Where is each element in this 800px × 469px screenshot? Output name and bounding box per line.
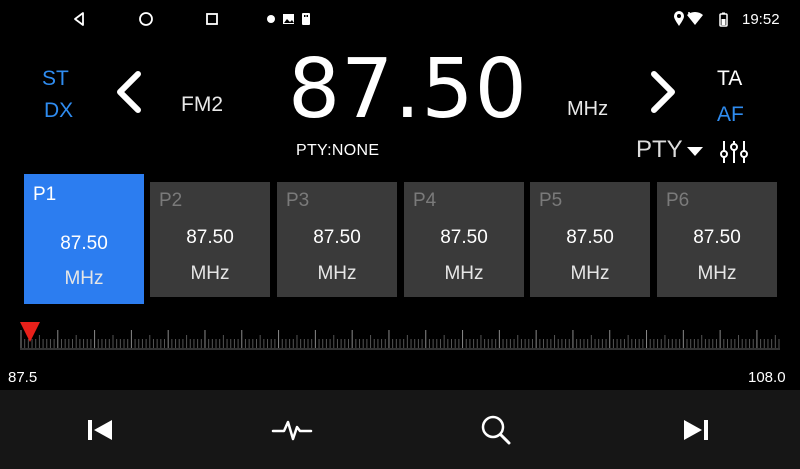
preset-name: P3 bbox=[286, 190, 310, 211]
preset-unit: MHz bbox=[697, 263, 737, 284]
usb-icon bbox=[302, 13, 310, 25]
system-icons bbox=[674, 11, 728, 27]
preset-p2[interactable]: P2 87.50 MHz bbox=[150, 182, 270, 297]
preset-unit: MHz bbox=[317, 263, 357, 284]
battery-icon bbox=[719, 12, 728, 27]
preset-unit: MHz bbox=[64, 268, 104, 289]
preset-frequency: 87.50 bbox=[440, 227, 488, 248]
preset-unit: MHz bbox=[570, 263, 610, 284]
preset-p3[interactable]: P3 87.50 MHz bbox=[277, 182, 397, 297]
preset-name: P5 bbox=[539, 190, 563, 211]
preset-name: P6 bbox=[666, 190, 690, 211]
preset-frequency: 87.50 bbox=[566, 227, 614, 248]
next-track-button[interactable] bbox=[674, 410, 718, 450]
scan-waveform-icon bbox=[271, 420, 313, 441]
preset-list: P1 87.50 MHz P2 87.50 MHz P3 87.50 MHz P… bbox=[24, 174, 778, 304]
preset-p1[interactable]: P1 87.50 MHz bbox=[24, 174, 144, 304]
preset-name: P1 bbox=[33, 184, 57, 205]
scale-max-label: 108.0 bbox=[748, 369, 786, 386]
status-bar: 19:52 bbox=[0, 0, 800, 38]
previous-track-button[interactable] bbox=[78, 410, 122, 450]
scan-button[interactable] bbox=[270, 410, 314, 450]
seek-back-icon[interactable] bbox=[110, 68, 146, 116]
notification-icons bbox=[267, 13, 310, 25]
search-icon bbox=[481, 415, 511, 445]
notification-dot-icon bbox=[267, 15, 275, 23]
next-track-icon bbox=[684, 420, 708, 440]
seek-forward-icon[interactable] bbox=[646, 68, 682, 116]
previous-track-icon bbox=[88, 420, 112, 440]
location-icon bbox=[674, 11, 684, 26]
chevron-down-icon bbox=[686, 146, 703, 156]
preset-frequency: 87.50 bbox=[60, 233, 108, 254]
preset-unit: MHz bbox=[444, 263, 484, 284]
st-indicator[interactable]: ST bbox=[42, 67, 69, 91]
preset-unit: MHz bbox=[190, 263, 230, 284]
preset-p4[interactable]: P4 87.50 MHz bbox=[404, 182, 524, 297]
frequency-display: 87.50 bbox=[288, 42, 528, 137]
scale-min-label: 87.5 bbox=[8, 369, 38, 386]
recents-icon[interactable] bbox=[203, 10, 221, 28]
tuning-marker-icon bbox=[20, 322, 40, 342]
scale-ticks bbox=[20, 330, 780, 348]
preset-p5[interactable]: P5 87.50 MHz bbox=[530, 182, 650, 297]
equalizer-icon[interactable] bbox=[719, 139, 749, 165]
pty-dropdown[interactable]: PTY bbox=[636, 136, 703, 164]
search-button[interactable] bbox=[474, 410, 518, 450]
dx-indicator[interactable]: DX bbox=[44, 99, 73, 123]
frequency-unit: MHz bbox=[567, 98, 609, 120]
preset-frequency: 87.50 bbox=[693, 227, 741, 248]
pty-dropdown-label: PTY bbox=[636, 136, 683, 163]
clock: 19:52 bbox=[742, 11, 780, 28]
wifi-icon bbox=[687, 11, 703, 25]
image-icon bbox=[283, 14, 294, 24]
af-toggle[interactable]: AF bbox=[717, 103, 744, 127]
back-icon[interactable] bbox=[70, 10, 88, 28]
bottom-control-bar bbox=[0, 390, 800, 469]
preset-frequency: 87.50 bbox=[313, 227, 361, 248]
preset-frequency: 87.50 bbox=[186, 227, 234, 248]
band-label[interactable]: FM2 bbox=[181, 93, 223, 117]
tuning-scale[interactable] bbox=[20, 318, 780, 360]
preset-name: P4 bbox=[413, 190, 437, 211]
preset-p6[interactable]: P6 87.50 MHz bbox=[657, 182, 777, 297]
home-icon[interactable] bbox=[137, 10, 155, 28]
preset-name: P2 bbox=[159, 190, 183, 211]
ta-toggle[interactable]: TA bbox=[717, 67, 742, 91]
pty-status: PTY:NONE bbox=[296, 142, 380, 159]
